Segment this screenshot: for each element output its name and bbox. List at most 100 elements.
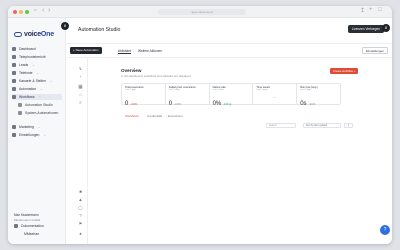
- sort-select[interactable]: Sort by last updated: [303, 123, 341, 128]
- search-input[interactable]: Search: [266, 123, 296, 128]
- chevron-down-icon: ⌄: [36, 71, 40, 75]
- maximize-dot[interactable]: [25, 10, 29, 14]
- stat-value: 0s: [300, 101, 307, 107]
- marketing-icon: [12, 125, 16, 129]
- settings-button[interactable]: Einstellungen: [361, 47, 388, 54]
- sidebar-item-label: Automation: [19, 87, 37, 91]
- stat-period: Last 7 days: [212, 89, 224, 91]
- close-dot[interactable]: [13, 10, 17, 14]
- sidebar-item-label: Workflows: [19, 95, 35, 99]
- workspace-subtitle: Mustermann GmbH: [14, 218, 41, 222]
- address-bar[interactable]: app.voiceone.ai: [158, 9, 246, 15]
- settings-icon: [12, 133, 16, 137]
- sidebar-item-label: Leads: [19, 63, 29, 67]
- stat-time-saved[interactable]: Time saved Last 7 days –: [253, 84, 298, 104]
- logo-text-accent: One: [40, 30, 54, 38]
- sub-toolbar: + Neue Automation Aktivitaet Weitere Akt…: [66, 44, 392, 58]
- node-icon[interactable]: ↯: [78, 66, 83, 71]
- overview-subtitle: In this dashboard, workflows and statist…: [121, 74, 191, 78]
- template-icon[interactable]: ■: [78, 189, 83, 194]
- workflows-icon: [12, 95, 16, 99]
- user-menu[interactable]: MMeehan: [24, 232, 39, 236]
- sidebar-item-label: Telefonie: [19, 71, 33, 75]
- stats-panel: Total executions Last 7 days 0 -100% Fail…: [121, 83, 341, 107]
- sidebar-item-label: Kanaele & Stellen: [19, 79, 46, 83]
- sidebar-item-channels[interactable]: Kanaele & Stellen ⌄: [12, 78, 62, 84]
- sidebar-toggle-icon[interactable]: ▫: [34, 7, 36, 14]
- tab-executions[interactable]: Executions: [168, 114, 183, 118]
- share-icon[interactable]: ↥: [360, 7, 365, 14]
- sidebar-item-leads[interactable]: Leads ⌄: [12, 62, 62, 68]
- page-title: Automation Studio: [78, 27, 121, 33]
- chevron-down-icon: ⌄: [49, 79, 53, 83]
- help-icon: ?: [383, 227, 387, 233]
- telephony-icon: [12, 71, 16, 75]
- variables-icon[interactable]: ▲: [78, 197, 83, 202]
- system-icon: [18, 111, 22, 115]
- sidebar-item-automation[interactable]: Automation ⌄: [12, 86, 62, 92]
- sidebar-item-marketing[interactable]: Marketing ⌄: [12, 124, 62, 130]
- sidebar-item-dashboard[interactable]: Dashboard: [12, 46, 62, 52]
- new-tab-icon[interactable]: +: [369, 7, 373, 13]
- page-button[interactable]: 1: [344, 123, 353, 128]
- sidebar-item-label: Dashboard: [19, 47, 36, 51]
- chevron-up-icon: ⌃: [38, 95, 42, 99]
- collapse-icon[interactable]: ‹: [78, 74, 83, 79]
- sidebar-item-label: Telephoniebericht: [19, 55, 46, 59]
- sidebar-subitem-system-automation[interactable]: System-Automationen: [18, 110, 62, 116]
- notification-badge-right[interactable]: 8: [382, 24, 390, 32]
- help-circle-icon[interactable]: ?: [78, 213, 83, 218]
- workspace-name[interactable]: Max Mustermann: [14, 213, 39, 217]
- sidebar-subitem-automation-studio[interactable]: Automation Studio: [18, 102, 62, 108]
- help-button[interactable]: ?: [380, 225, 390, 235]
- info-icon[interactable]: ◯: [78, 205, 83, 210]
- forward-icon[interactable]: ›: [48, 7, 50, 14]
- overview-icon[interactable]: ▦: [78, 84, 83, 89]
- tab-credentials[interactable]: Credentials: [147, 114, 162, 118]
- stat-change: -100 pp: [223, 103, 232, 106]
- user-name: MMeehan: [24, 232, 40, 236]
- tabs-icon[interactable]: □: [378, 7, 382, 13]
- minimize-dot[interactable]: [19, 10, 23, 14]
- documentation-label: Dokumentation: [21, 224, 44, 228]
- stat-period: Last 7 days: [125, 89, 137, 91]
- stat-value: 0%: [212, 101, 222, 107]
- notification-badge[interactable]: 8: [61, 22, 69, 30]
- stat-failed-executions[interactable]: Failed prod. executions Last 7 days 0 -10…: [166, 84, 210, 107]
- stat-empty-value: –: [273, 94, 276, 99]
- back-icon[interactable]: ‹: [42, 7, 44, 14]
- sidebar-item-settings[interactable]: Einstellungen ⌄: [12, 132, 62, 138]
- tab-workflows[interactable]: Workflows: [125, 114, 139, 118]
- tab-activity[interactable]: Aktivitaet: [118, 49, 131, 53]
- stat-total-executions[interactable]: Total executions Last 7 days 0 -100%: [122, 84, 166, 107]
- top-bar: Automation Studio Lizenzen Verfuegen: [66, 18, 392, 44]
- dashboard-icon: [12, 47, 16, 51]
- stat-failure-rate[interactable]: Failure rate Last 7 days 0% -100 pp: [210, 84, 254, 107]
- avatar-icon[interactable]: ●: [78, 231, 83, 236]
- book-icon: [14, 224, 18, 228]
- sidebar-item-label: Einstellungen: [19, 133, 40, 137]
- channels-icon: [12, 79, 16, 83]
- studio-icon: [18, 103, 22, 107]
- sidebar-item-label: Automation Studio: [25, 103, 53, 107]
- license-button[interactable]: Lizenzen Verfuegen: [347, 25, 384, 33]
- stat-period: Last 7 days: [256, 89, 268, 91]
- updates-icon[interactable]: ⚑: [78, 221, 83, 226]
- leads-icon: [12, 63, 16, 67]
- chevron-down-icon: ⌄: [40, 87, 43, 91]
- chevron-down-icon: ⌄: [32, 63, 35, 67]
- sidebar-item-workflows[interactable]: Workflows ⌃: [12, 94, 62, 100]
- sidebar: voiceOne Dashboard Telephoniebericht Lea…: [8, 18, 66, 244]
- stat-run-time[interactable]: Run time (avg.) Last 7 days 0s -100%: [297, 84, 340, 107]
- home-icon[interactable]: ⌂: [78, 92, 83, 97]
- create-workflow-button[interactable]: Create workflow +: [330, 68, 359, 74]
- chevron-down-icon: ⌄: [43, 133, 46, 137]
- list-icon[interactable]: ≡: [78, 100, 83, 105]
- app-window: ▫ ‹ › app.voiceone.ai ↥ + □ voiceOne Das…: [8, 6, 392, 244]
- sidebar-item-telephony-report[interactable]: Telephoniebericht: [12, 54, 62, 60]
- sidebar-item-telephony[interactable]: Telefonie ⌄: [12, 70, 62, 76]
- documentation-link[interactable]: Dokumentation: [14, 224, 44, 228]
- overview-title: Overview: [121, 68, 142, 73]
- new-automation-button[interactable]: + Neue Automation: [70, 47, 102, 54]
- tab-more-actions[interactable]: Weitere Aktionen: [138, 49, 162, 53]
